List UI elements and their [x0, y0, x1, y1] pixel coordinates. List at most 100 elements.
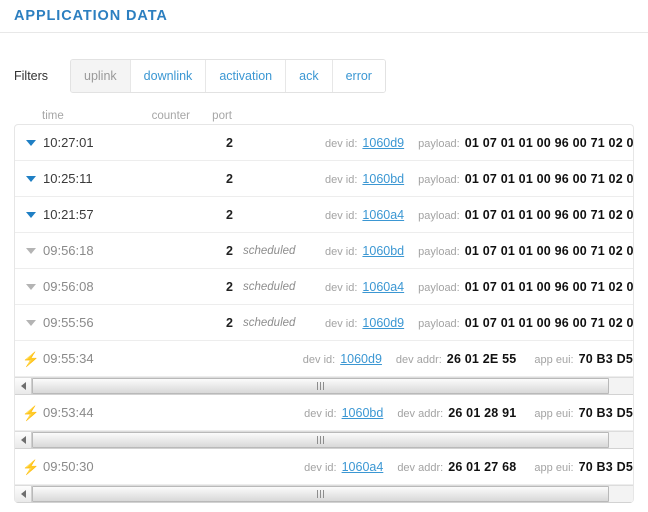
- payload-label: payload:: [418, 317, 460, 330]
- payload-label: payload:: [418, 173, 460, 186]
- row-toggle[interactable]: [15, 175, 43, 182]
- chevron-left-icon: [20, 382, 26, 390]
- row-port: 2: [226, 279, 233, 294]
- row-time: 10:21:57: [43, 207, 94, 222]
- row-app-eui: app eui: 70 B3 D5: [534, 460, 633, 474]
- scrollbar-track[interactable]: [32, 378, 633, 394]
- row-port: 2: [226, 243, 233, 258]
- dev-id-link[interactable]: 1060d9: [340, 352, 382, 366]
- row-toggle[interactable]: [15, 139, 43, 146]
- row-time: 09:55:56: [43, 315, 94, 330]
- table-row[interactable]: 09:55:56 2 scheduled dev id: 1060d9 payl…: [15, 305, 633, 341]
- row-time: 09:53:44: [43, 405, 94, 420]
- row-scheduled: scheduled: [243, 316, 296, 329]
- row-payload: payload: 01 07 01 01 00 96 00 71 02 00 9…: [418, 280, 633, 294]
- scrollbar-thumb[interactable]: [32, 486, 609, 502]
- row-app-eui: app eui: 70 B3 D5: [534, 352, 633, 366]
- row-horizontal-scrollbar[interactable]: [15, 485, 633, 503]
- dev-id-link[interactable]: 1060a4: [362, 280, 404, 294]
- column-header-port: port: [212, 110, 232, 122]
- payload-label: payload:: [418, 245, 460, 258]
- payload-value: 01 07 01 01 00 96 00 71 02 00 96: [464, 207, 633, 222]
- scroll-left-button[interactable]: [15, 432, 32, 448]
- row-payload: payload: 01 07 01 01 00 96 00 71 02 00 9…: [418, 244, 633, 258]
- app-eui-value: 70 B3 D5: [578, 405, 633, 420]
- row-dev-id: dev id: 1060a4: [325, 208, 404, 222]
- row-dev-id: dev id: 1060d9: [325, 136, 404, 150]
- dev-id-link[interactable]: 1060a4: [362, 208, 404, 222]
- dev-id-label: dev id:: [304, 407, 337, 420]
- row-dev-id: dev id: 1060a4: [304, 460, 383, 474]
- table-row[interactable]: 09:56:08 2 scheduled dev id: 1060a4 payl…: [15, 269, 633, 305]
- row-toggle[interactable]: ⚡: [15, 352, 43, 366]
- grip-lines-icon: [316, 382, 324, 390]
- payload-label: payload:: [418, 281, 460, 294]
- scrollbar-track[interactable]: [32, 432, 633, 448]
- scrollbar-thumb[interactable]: [32, 378, 609, 394]
- row-horizontal-scrollbar[interactable]: [15, 377, 633, 395]
- dev-id-link[interactable]: 1060d9: [362, 316, 404, 330]
- payload-value: 01 07 01 01 00 96 00 71 02 00 96: [464, 135, 633, 150]
- dev-addr-value: 26 01 2E 55: [446, 351, 517, 366]
- payload-label: payload:: [418, 209, 460, 222]
- dev-id-link[interactable]: 1060a4: [342, 460, 384, 474]
- lightning-bolt-icon[interactable]: ⚡: [22, 352, 39, 366]
- table-row[interactable]: ⚡ 09:50:30 dev id: 1060a4 dev addr: 26 0…: [15, 449, 633, 485]
- scrollbar-track[interactable]: [32, 486, 633, 502]
- dev-id-link[interactable]: 1060bd: [362, 244, 404, 258]
- filter-button-error[interactable]: error: [332, 60, 385, 92]
- table-row[interactable]: ⚡ 09:53:44 dev id: 1060bd dev addr: 26 0…: [15, 395, 633, 431]
- scroll-left-button[interactable]: [15, 486, 32, 502]
- caret-down-icon[interactable]: [26, 283, 36, 290]
- dev-addr-label: dev addr:: [397, 407, 444, 420]
- caret-down-icon[interactable]: [26, 139, 36, 146]
- caret-down-icon[interactable]: [26, 211, 36, 218]
- caret-down-icon[interactable]: [26, 175, 36, 182]
- scrollbar-thumb[interactable]: [32, 432, 609, 448]
- row-app-eui: app eui: 70 B3 D5: [534, 406, 633, 420]
- row-port: 2: [226, 171, 233, 186]
- dev-id-link[interactable]: 1060bd: [342, 406, 384, 420]
- filter-button-activation[interactable]: activation: [206, 60, 287, 92]
- page-header: APPLICATION DATA: [0, 0, 648, 33]
- caret-down-icon[interactable]: [26, 247, 36, 254]
- lightning-bolt-icon[interactable]: ⚡: [22, 460, 39, 474]
- row-toggle[interactable]: ⚡: [15, 460, 43, 474]
- application-data-page: APPLICATION DATA Filters uplink downlink…: [0, 0, 648, 512]
- row-dev-id: dev id: 1060a4: [325, 280, 404, 294]
- row-dev-id: dev id: 1060d9: [325, 316, 404, 330]
- column-header-counter: counter: [151, 110, 190, 122]
- dev-id-link[interactable]: 1060d9: [362, 136, 404, 150]
- table-row[interactable]: 10:25:11 2 dev id: 1060bd payload: 01 07…: [15, 161, 633, 197]
- row-toggle[interactable]: ⚡: [15, 406, 43, 420]
- table-row[interactable]: 09:56:18 2 scheduled dev id: 1060bd payl…: [15, 233, 633, 269]
- filter-button-ack[interactable]: ack: [286, 60, 333, 92]
- row-dev-id: dev id: 1060bd: [325, 244, 404, 258]
- table-row[interactable]: 10:21:57 2 dev id: 1060a4 payload: 01 07…: [15, 197, 633, 233]
- table-row[interactable]: 10:27:01 2 dev id: 1060d9 payload: 01 07…: [15, 125, 633, 161]
- row-toggle[interactable]: [15, 247, 43, 254]
- row-toggle[interactable]: [15, 283, 43, 290]
- row-dev-id: dev id: 1060bd: [304, 406, 383, 420]
- table-column-headers: time counter port: [14, 104, 634, 124]
- dev-id-label: dev id:: [325, 245, 358, 258]
- lightning-bolt-icon[interactable]: ⚡: [22, 406, 39, 420]
- row-toggle[interactable]: [15, 319, 43, 326]
- column-header-time: time: [42, 110, 64, 122]
- row-horizontal-scrollbar[interactable]: [15, 431, 633, 449]
- table-row[interactable]: ⚡ 09:55:34 dev id: 1060d9 dev addr: 26 0…: [15, 341, 633, 377]
- dev-id-link[interactable]: 1060bd: [362, 172, 404, 186]
- scroll-left-button[interactable]: [15, 378, 32, 394]
- app-eui-label: app eui:: [534, 407, 574, 420]
- filter-button-downlink[interactable]: downlink: [130, 60, 207, 92]
- payload-value: 01 07 01 01 00 96 00 71 02 00 96: [464, 171, 633, 186]
- page-title: APPLICATION DATA: [14, 8, 168, 24]
- filter-button-uplink[interactable]: uplink: [71, 60, 131, 92]
- row-port: 2: [226, 207, 233, 222]
- caret-down-icon[interactable]: [26, 319, 36, 326]
- row-toggle[interactable]: [15, 211, 43, 218]
- row-dev-id: dev id: 1060d9: [303, 352, 382, 366]
- app-eui-label: app eui:: [534, 353, 574, 366]
- row-dev-addr: dev addr: 26 01 28 91: [397, 406, 516, 420]
- filters-bar: Filters uplink downlink activation ack e…: [0, 48, 648, 104]
